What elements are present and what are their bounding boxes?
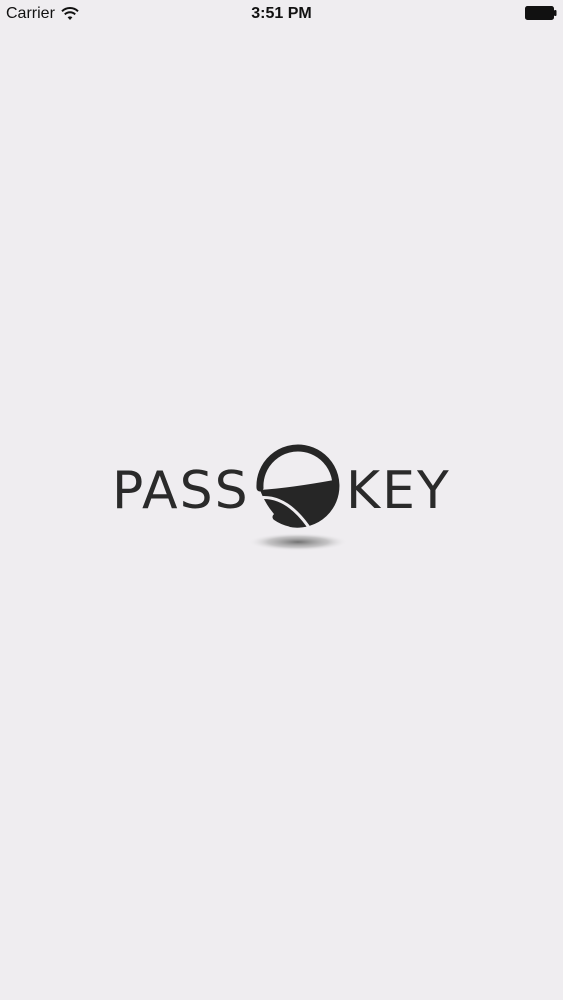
passkey-emblem-icon [250,444,348,551]
status-bar: Carrier 3:51 PM [0,0,563,28]
passkey-logo: PASS KEY [112,444,452,554]
status-time: 3:51 PM [251,5,312,22]
battery-icon [525,6,557,20]
logo-text-key: KEY [346,461,451,521]
logo-text-pass: PASS [112,461,250,521]
